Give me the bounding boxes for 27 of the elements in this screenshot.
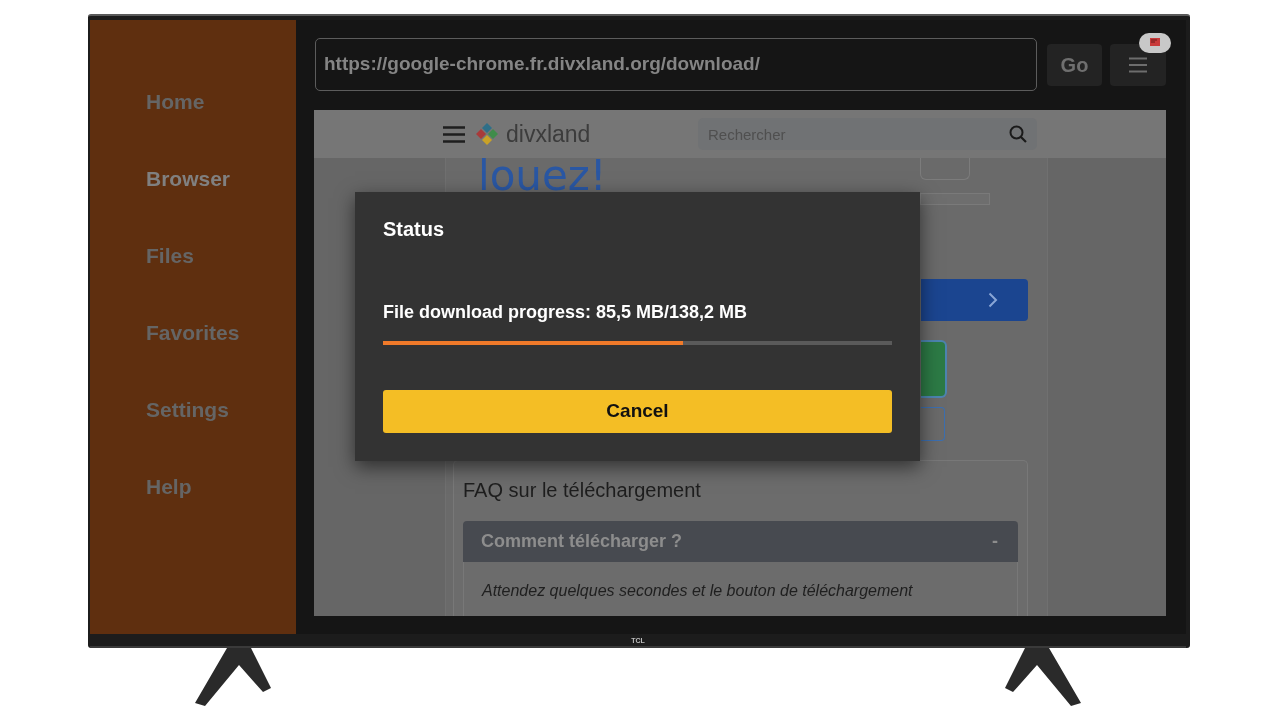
logo-text: divxland (506, 122, 591, 146)
sidebar-item[interactable]: Favorites (146, 316, 240, 349)
action-button[interactable] (921, 340, 947, 398)
input-field[interactable] (920, 193, 990, 205)
url-field[interactable]: https://google-chrome.fr.divxland.org/download/ (315, 38, 1037, 91)
search-icon[interactable] (1009, 125, 1027, 143)
chevron-icon (988, 292, 998, 308)
outline-button[interactable] (921, 407, 945, 441)
next-button[interactable] (921, 279, 1028, 321)
logo-icon (476, 123, 498, 145)
faq-answer: Attendez quelques secondes et le bouton de téléchargement (482, 581, 914, 601)
toggle-sign: - (992, 530, 998, 553)
cancel-button[interactable]: Cancel (383, 390, 892, 433)
accordion-header[interactable]: Comment télécharger ? - (463, 521, 1018, 562)
sidebar-item[interactable]: Home (146, 85, 205, 118)
headline: louez! (478, 159, 607, 192)
sidebar-item[interactable]: Help (146, 470, 192, 503)
faq-title: FAQ sur le téléchargement (463, 478, 702, 502)
sidebar-item[interactable]: Settings (146, 393, 229, 426)
menu-icon (1129, 56, 1147, 73)
menu-icon[interactable] (443, 125, 465, 143)
sidebar-item[interactable]: Files (146, 239, 194, 272)
accordion-question: Comment télécharger ? (481, 530, 683, 553)
progress-text: File download progress: 85,5 MB/138,2 MB (383, 301, 749, 324)
dialog-title: Status (383, 217, 446, 241)
go-button[interactable]: Go (1047, 43, 1102, 86)
sidebar-item[interactable]: Browser (146, 162, 231, 195)
